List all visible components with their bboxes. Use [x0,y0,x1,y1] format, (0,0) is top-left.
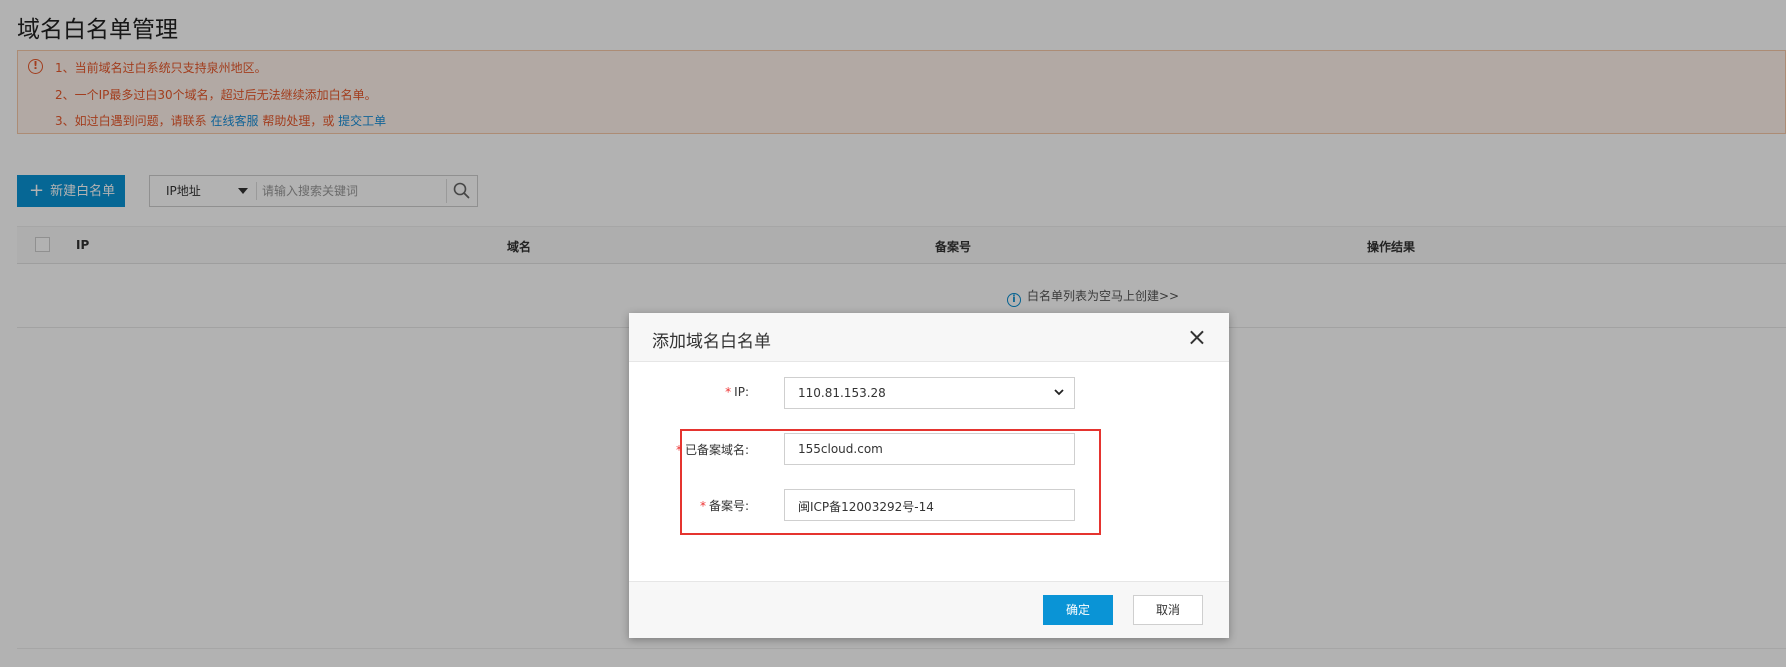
ip-select-value: 110.81.153.28 [798,386,886,400]
ip-label-text: IP: [734,385,749,399]
confirm-button[interactable]: 确定 [1043,595,1113,625]
close-icon[interactable]: × [1187,325,1207,349]
add-whitelist-dialog: 添加域名白名单 × * IP: 110.81.153.28 * 已备案域名: 155… [629,313,1229,638]
highlight-annotation-box [680,429,1101,535]
dialog-header: 添加域名白名单 × [629,313,1229,362]
chevron-down-icon [1054,389,1064,396]
ip-label: * IP: [629,385,749,399]
dialog-footer: 确定 取消 [629,581,1229,638]
cancel-button[interactable]: 取消 [1133,595,1203,625]
required-mark: * [725,385,732,399]
dialog-title: 添加域名白名单 [652,332,771,352]
ip-select[interactable]: 110.81.153.28 [784,377,1075,409]
